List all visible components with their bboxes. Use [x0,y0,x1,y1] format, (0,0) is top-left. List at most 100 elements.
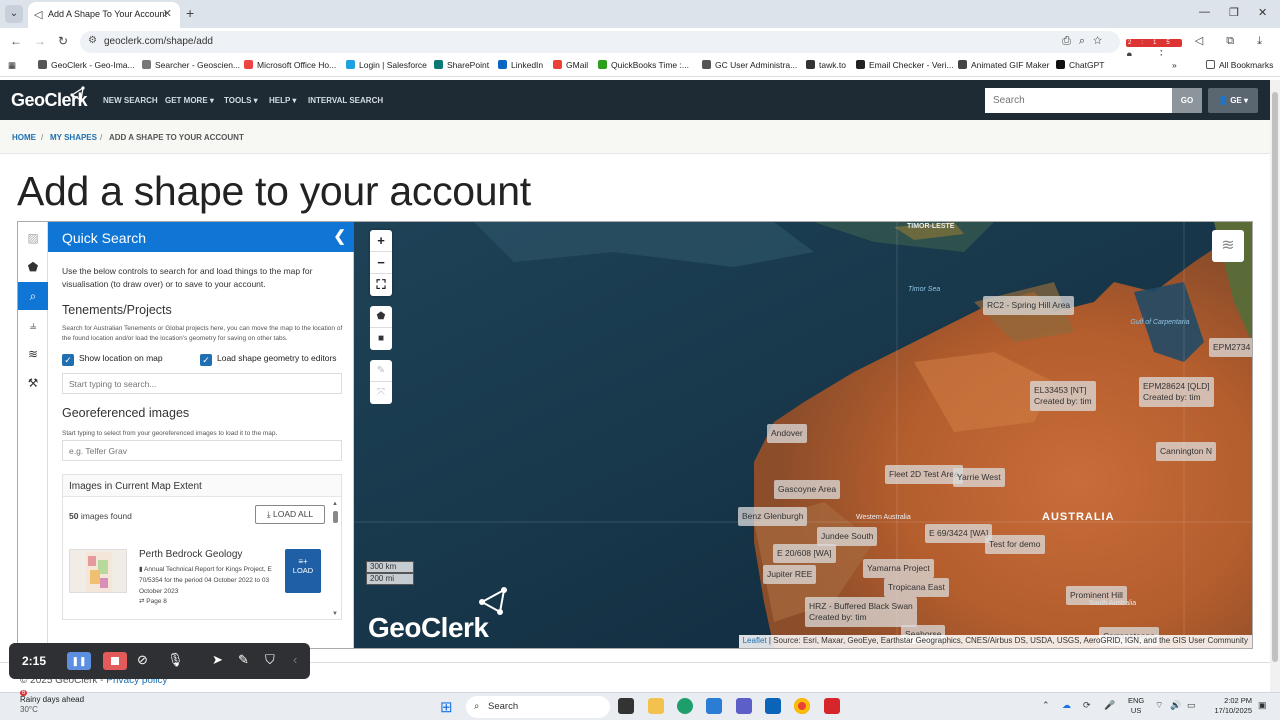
bookmark-item[interactable]: SharePoint [434,60,489,70]
tab-search-button[interactable]: ⌄ [5,5,23,23]
shape-label[interactable]: E 20/608 [WA] [773,544,836,563]
page-scrollbar[interactable] [1270,80,1280,692]
breadcrumb-home[interactable]: HOME [12,133,36,142]
draw-rectangle-icon[interactable]: ■ [370,328,392,350]
url-field[interactable]: ⚙ geoclerk.com/shape/add ⎙⌕☆ [80,31,1120,53]
shape-label[interactable]: Yarrie West [953,468,1005,487]
tray-overflow-icon[interactable]: ⌃ [1042,700,1050,711]
images-scrollbar[interactable]: ▲ ▼ [332,501,340,619]
tools-tool-icon[interactable]: ⚒ [18,369,48,397]
highlighter-icon[interactable]: ⛉ [265,652,275,668]
shape-label[interactable]: Yamarna Project [863,559,934,578]
battery-icon[interactable]: ▭ [1187,700,1196,711]
bookmark-item[interactable]: Microsoft Office Ho... [244,60,336,70]
shape-label[interactable]: Benz Glenburgh [738,507,808,526]
edit-layers-icon[interactable]: ✎ [370,360,392,382]
bookmark-item[interactable]: QuickBooks Time :... [598,60,689,70]
acrobat-icon[interactable] [824,698,840,714]
minimize-button[interactable]: — [1199,6,1210,18]
load-geometry-checkbox[interactable]: ✓ Load shape geometry to editors [200,353,337,366]
system-clock[interactable]: 2:02 PM 17/10/2025 [1208,696,1252,716]
shape-label[interactable]: Prominent Hill [1066,586,1127,605]
site-info-icon[interactable]: ⚙ [88,35,97,46]
collapse-panel-icon[interactable]: ❮ [333,227,346,245]
stop-recording-button[interactable] [103,652,127,670]
bookmark-item[interactable]: Animated GIF Maker [958,60,1049,70]
bookmark-item[interactable]: GMail [553,60,588,70]
user-menu-button[interactable]: 👤 GE ▾ [1208,88,1258,113]
onedrive-icon[interactable]: ☁ [1062,700,1071,711]
shape-label[interactable]: Fleet 2D Test Area [885,465,963,484]
url-action-icons[interactable]: ⎙⌕☆ [1062,35,1110,48]
nav-help[interactable]: HELP ▾ [269,96,296,105]
shape-label[interactable]: Andover [767,424,807,443]
nav-new-search[interactable]: NEW SEARCH [103,96,158,105]
new-tab-button[interactable]: + [186,5,194,21]
leaflet-link[interactable]: Leaflet [743,636,767,645]
notification-center-icon[interactable]: ▣ [1258,700,1267,711]
teams-icon[interactable] [736,698,752,714]
shape-label[interactable]: HRZ - Buffered Black Swan Created by: tim [805,597,917,627]
collapse-recorder-icon[interactable]: ‹ [293,652,297,667]
bookmark-item[interactable]: Searcher - Geoscien... [142,60,240,70]
pause-recording-button[interactable]: ❚❚ [67,652,91,670]
shape-label[interactable]: Cannington N [1156,442,1216,461]
bookmark-item[interactable]: Login | Salesforce [346,60,427,70]
sync-icon[interactable]: ⟳ [1083,700,1091,711]
edge-icon[interactable] [677,698,693,714]
breadcrumb-my-shapes[interactable]: MY SHAPES [50,133,97,142]
shape-label[interactable]: Tropicana East [884,578,949,597]
layers-tool-icon[interactable]: ≋ [18,340,48,368]
nav-tools[interactable]: TOOLS ▾ [224,96,258,105]
scroll-down-icon[interactable]: ▼ [332,611,338,617]
shapes-tool-icon[interactable]: ⬟ [18,253,48,281]
outlook-icon[interactable] [765,698,781,714]
shape-label[interactable]: EPM2734 [1209,338,1252,357]
shape-label[interactable]: Test for demo [985,535,1045,554]
microphone-icon[interactable]: 🎙 [167,652,184,668]
delete-layers-icon[interactable]: ⤧ [370,382,392,404]
file-explorer-icon[interactable] [648,698,664,714]
bookmark-item[interactable]: GeoClerk - Geo-Ima... [38,60,135,70]
site-search-go-button[interactable]: GO [1172,88,1202,113]
bookmark-item[interactable]: LinkedIn [498,60,543,70]
zoom-in-button[interactable]: + [370,230,392,252]
all-bookmarks[interactable]: All Bookmarks [1206,60,1273,70]
task-view-icon[interactable] [618,698,634,714]
shape-label[interactable]: EPM28624 [QLD] Created by: tim [1139,377,1214,407]
site-search-input[interactable] [985,88,1172,113]
weather-widget[interactable]: Rainy days ahead 30°C [20,695,84,715]
input-language[interactable]: ENG US [1128,696,1144,716]
browser-tab[interactable]: ◁ Add A Shape To Your Account ✕ [28,2,180,28]
load-image-button[interactable]: ≡+ LOAD [285,549,321,593]
bookmark-item[interactable]: GC User Administra... [702,60,797,70]
draw-polygon-icon[interactable]: ⬟ [370,306,392,328]
mic-tray-icon[interactable]: 🎤 [1104,700,1115,711]
zoom-out-button[interactable]: − [370,252,392,274]
scroll-up-icon[interactable]: ▲ [332,501,338,507]
extension-badge-icon[interactable]: 2:15 [1126,39,1182,47]
back-icon[interactable]: ← [10,34,22,48]
store-icon[interactable] [706,698,722,714]
result-title[interactable]: Perth Bedrock Geology [139,549,242,560]
load-all-button[interactable]: ⤓ LOAD ALL [255,505,325,524]
georef-search-input[interactable] [62,440,342,461]
pointer-icon[interactable]: ➤ [212,652,223,668]
bookmark-item[interactable]: ChatGPT [1056,60,1104,70]
volume-icon[interactable]: 🔊 [1170,700,1181,711]
close-window-button[interactable]: ✕ [1258,6,1267,19]
bookmark-item[interactable]: Email Checker - Veri... [856,60,954,70]
wifi-icon[interactable]: ⌔ [1155,700,1163,711]
search-tool-icon[interactable]: ⌕ [18,282,48,310]
shape-label[interactable]: EL33453 [NT] Created by: tim [1030,381,1096,411]
measure-tool-icon[interactable]: ⫨ [18,311,48,339]
nav-get-more[interactable]: GET MORE ▾ [165,96,214,105]
reload-icon[interactable]: ↻ [58,34,68,48]
maximize-button[interactable]: ❐ [1229,6,1239,19]
map-canvas[interactable]: + − ⛶ ⬟ ■ ✎ ⤧ ≋ TIMOR-LESTE Timor Sea Gu… [354,222,1252,648]
layers-control-icon[interactable]: ≋ [1212,230,1244,262]
camera-off-icon[interactable]: ⊘ [137,652,148,668]
nav-interval-search[interactable]: INTERVAL SEARCH [308,96,383,105]
bookmark-item[interactable]: tawk.to [806,60,846,70]
chrome-icon[interactable] [794,698,810,714]
